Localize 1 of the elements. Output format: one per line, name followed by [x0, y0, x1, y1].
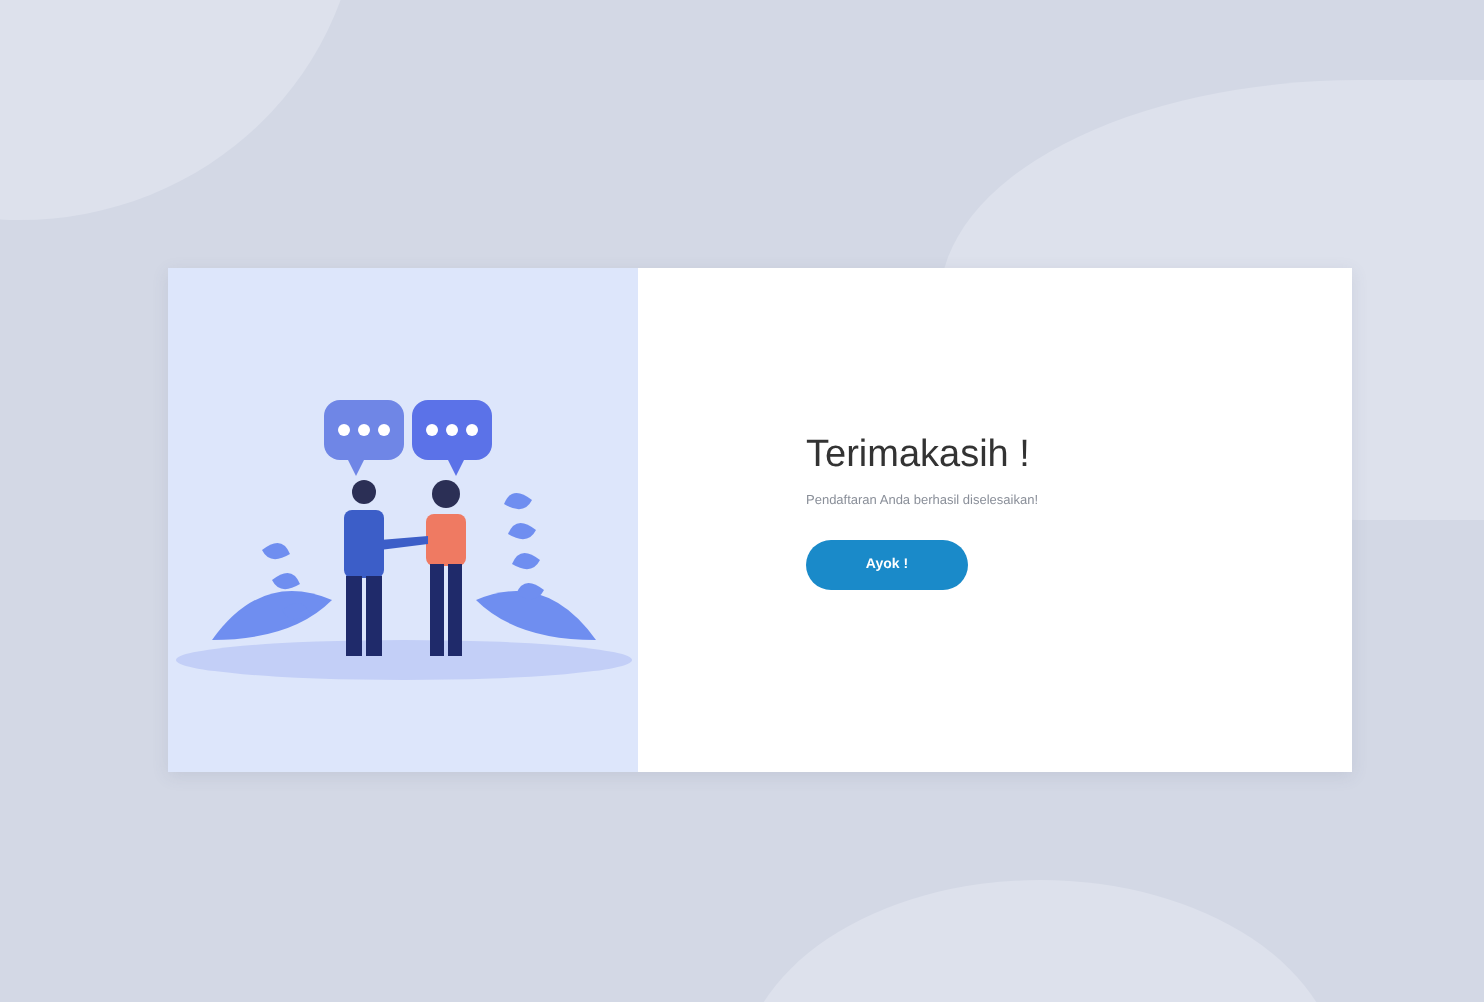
- thank-you-title: Terimakasih !: [806, 434, 1032, 478]
